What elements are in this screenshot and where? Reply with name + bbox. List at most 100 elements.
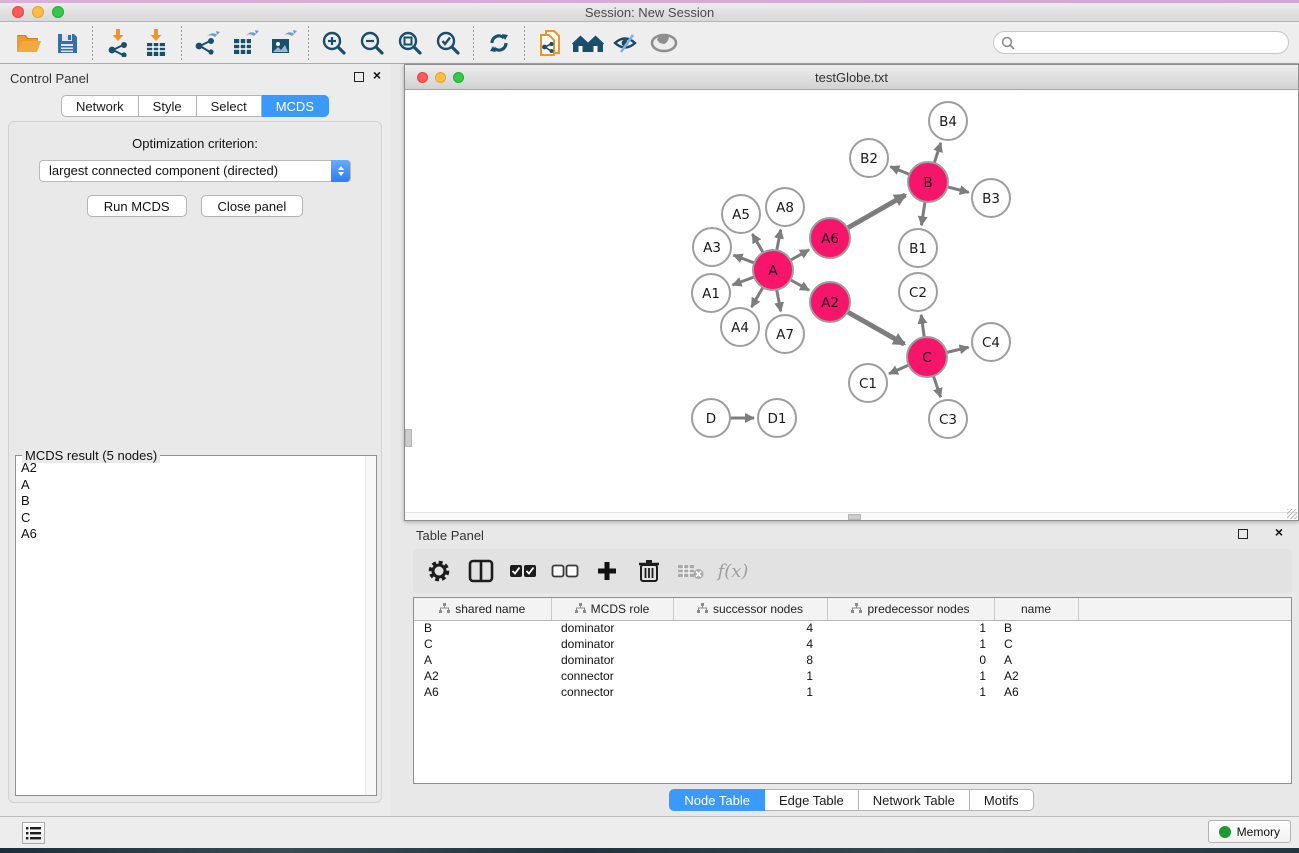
network-canvas[interactable]: B4 B2 B B3 A8A5 A6 A3 B1 A C2 A1 A2 A4A7 C4 C C1 D D1 C3 — [405, 90, 1298, 512]
graph-node-A7[interactable]: A7 — [766, 315, 804, 353]
zoom-in-button[interactable] — [317, 26, 351, 60]
table-row[interactable]: A6connector11A6 — [414, 684, 1291, 700]
export-network-button[interactable] — [190, 26, 224, 60]
table-row[interactable]: Bdominator41B — [414, 620, 1291, 636]
table-row[interactable]: A2connector11A2 — [414, 668, 1291, 684]
zoom-fit-button[interactable] — [393, 26, 427, 60]
table-cell[interactable]: 1 — [827, 636, 994, 652]
search-box[interactable] — [993, 31, 1289, 54]
add-column-button[interactable] — [593, 556, 621, 586]
table-cell[interactable]: connector — [551, 668, 673, 684]
column-header-MCDS-role[interactable]: MCDS role — [551, 598, 673, 620]
new-network-from-selection-button[interactable] — [533, 26, 567, 60]
graph-node-D1[interactable]: D1 — [758, 399, 796, 437]
horizontal-scrollbar-thumb[interactable] — [848, 514, 861, 520]
mcds-result-item[interactable]: B — [21, 493, 376, 510]
table-cell[interactable]: B — [994, 620, 1078, 636]
graph-node-C2[interactable]: C2 — [899, 273, 937, 311]
graph-node-A4[interactable]: A4 — [721, 308, 759, 346]
task-history-button[interactable] — [22, 822, 45, 844]
show-panel-button[interactable] — [647, 26, 681, 60]
graph-node-A6[interactable]: A6 — [810, 218, 850, 258]
tab-select[interactable]: Select — [197, 95, 262, 117]
graph-node-C[interactable]: C — [907, 337, 947, 377]
tab-node-table[interactable]: Node Table — [669, 789, 765, 811]
table-options-button[interactable] — [425, 556, 453, 586]
table-cell[interactable]: A6 — [994, 684, 1078, 700]
table-cell[interactable]: 4 — [673, 620, 827, 636]
export-image-button[interactable] — [266, 26, 300, 60]
table-cell[interactable]: A6 — [414, 684, 551, 700]
column-header-predecessor-nodes[interactable]: predecessor nodes — [827, 598, 994, 620]
resize-grip-icon[interactable] — [1287, 509, 1297, 519]
graph-node-C1[interactable]: C1 — [849, 364, 887, 402]
show-columns-button[interactable] — [467, 556, 495, 586]
export-table-button[interactable] — [228, 26, 262, 60]
criterion-dropdown[interactable]: largest connected component (directed) — [39, 160, 351, 182]
tab-edge-table[interactable]: Edge Table — [765, 789, 859, 811]
graph-node-B[interactable]: B — [908, 162, 948, 202]
import-network-button[interactable] — [101, 26, 135, 60]
close-panel-icon[interactable]: × — [1275, 525, 1283, 539]
graph-node-B3[interactable]: B3 — [972, 179, 1010, 217]
zoom-selected-button[interactable] — [431, 26, 465, 60]
import-table-button[interactable] — [139, 26, 173, 60]
table-cell[interactable]: C — [994, 636, 1078, 652]
float-panel-icon[interactable] — [354, 72, 364, 82]
graph-node-B1[interactable]: B1 — [899, 229, 937, 267]
table-row[interactable]: Adominator80A — [414, 652, 1291, 668]
tab-motifs[interactable]: Motifs — [970, 789, 1034, 811]
select-all-button[interactable] — [509, 556, 537, 586]
graph-node-A3[interactable]: A3 — [693, 228, 731, 266]
tab-network[interactable]: Network — [61, 95, 139, 117]
result-list-scrollbar[interactable] — [365, 456, 376, 795]
table-cell[interactable]: 1 — [827, 620, 994, 636]
graph-node-A[interactable]: A — [753, 250, 793, 290]
mcds-result-item[interactable]: A6 — [21, 526, 376, 543]
table-cell[interactable]: connector — [551, 684, 673, 700]
mcds-result-item[interactable]: C — [21, 510, 376, 527]
graph-node-B2[interactable]: B2 — [850, 139, 888, 177]
delete-column-button[interactable] — [635, 556, 663, 586]
function-builder-button[interactable]: f(x) — [719, 556, 747, 586]
tab-mcds[interactable]: MCDS — [262, 95, 329, 117]
home-pages-button[interactable] — [571, 26, 605, 60]
graph-node-C4[interactable]: C4 — [972, 323, 1010, 361]
refresh-view-button[interactable] — [482, 26, 516, 60]
graph-node-A1[interactable]: A1 — [692, 274, 730, 312]
table-cell[interactable]: dominator — [551, 620, 673, 636]
graph-node-C3[interactable]: C3 — [929, 400, 967, 438]
table-cell[interactable]: dominator — [551, 636, 673, 652]
tab-network-table[interactable]: Network Table — [859, 789, 970, 811]
float-panel-icon[interactable] — [1238, 529, 1248, 539]
table-cell[interactable]: 1 — [827, 684, 994, 700]
graph-node-A8[interactable]: A8 — [766, 188, 804, 226]
graph-node-B4[interactable]: B4 — [929, 102, 967, 140]
table-cell[interactable]: 1 — [673, 684, 827, 700]
table-cell[interactable]: dominator — [551, 652, 673, 668]
hide-panel-button[interactable] — [609, 26, 643, 60]
close-panel-icon[interactable]: × — [373, 68, 381, 82]
table-row[interactable]: Cdominator41C — [414, 636, 1291, 652]
zoom-out-button[interactable] — [355, 26, 389, 60]
column-header-name[interactable]: name — [994, 598, 1078, 620]
open-session-button[interactable] — [12, 26, 46, 60]
graph-node-A5[interactable]: A5 — [722, 195, 760, 233]
table-cell[interactable]: 0 — [827, 652, 994, 668]
run-mcds-button[interactable]: Run MCDS — [87, 195, 187, 217]
table-cell[interactable]: 8 — [673, 652, 827, 668]
close-panel-button[interactable]: Close panel — [201, 195, 304, 217]
horizontal-scrollbar[interactable] — [405, 512, 1298, 520]
table-cell[interactable]: A — [414, 652, 551, 668]
graph-node-D[interactable]: D — [692, 399, 730, 437]
mcds-result-item[interactable]: A — [21, 477, 376, 494]
column-header-shared-name[interactable]: shared name — [414, 598, 551, 620]
graph-node-A2[interactable]: A2 — [810, 282, 850, 322]
table-cell[interactable]: B — [414, 620, 551, 636]
table-cell[interactable]: A2 — [994, 668, 1078, 684]
table-cell[interactable]: 1 — [673, 668, 827, 684]
delete-table-button[interactable] — [677, 556, 705, 586]
deselect-all-button[interactable] — [551, 556, 579, 586]
memory-status-button[interactable]: Memory — [1208, 820, 1291, 843]
network-graph[interactable]: B4 B2 B B3 A8A5 A6 A3 B1 A C2 A1 A2 A4A7 C4 C C1 D D1 C3 — [405, 90, 1296, 512]
